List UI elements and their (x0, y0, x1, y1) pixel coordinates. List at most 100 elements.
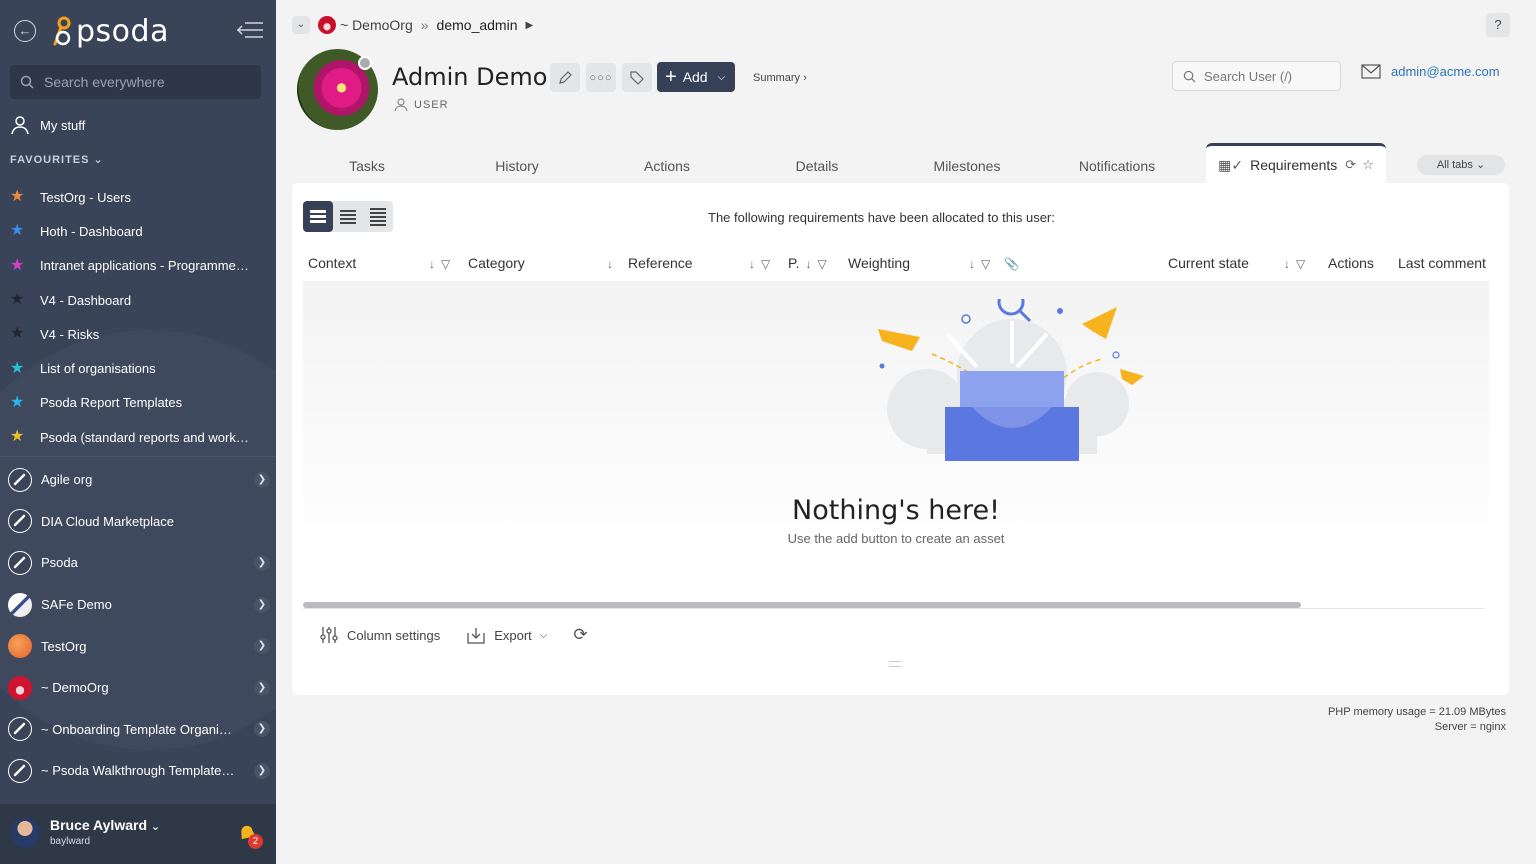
edit-button[interactable] (550, 63, 580, 92)
view-comfortable-button[interactable] (303, 201, 333, 232)
global-search-input[interactable]: Search everywhere (10, 65, 261, 99)
sort-arrow-icon[interactable]: ↓ (1284, 257, 1290, 271)
caret-right-icon[interactable]: ▶ (525, 20, 533, 31)
email-link[interactable]: admin@acme.com (1361, 64, 1500, 79)
resize-handle[interactable] (889, 661, 901, 667)
user-icon (394, 98, 408, 112)
filter-icon[interactable]: ▽ (981, 257, 990, 271)
user-panel[interactable]: Bruce Aylward ⌄ baylward 2 (0, 804, 276, 864)
column-header-weighting[interactable]: Weighting (848, 245, 910, 281)
breadcrumb-org[interactable]: ~ DemoOrg (340, 17, 413, 33)
org-item-demoorg[interactable]: ~ DemoOrg ❯ (8, 667, 270, 709)
org-item-walkthrough-template[interactable]: ~ Psoda Walkthrough Template P… ❯ (8, 750, 270, 792)
flower-icon (8, 675, 32, 700)
sort-arrow-icon[interactable]: ↓ (607, 257, 613, 271)
star-outline-icon[interactable]: ☆ (1362, 145, 1374, 185)
avatar[interactable] (10, 818, 40, 848)
column-controls: ↓ ▽ (1278, 245, 1305, 281)
chevron-right-icon[interactable]: ❯ (254, 762, 270, 779)
favourite-item[interactable]: ★ Psoda Report Templates (10, 386, 266, 420)
column-settings-label: Column settings (347, 627, 441, 643)
filter-icon[interactable]: ▽ (441, 257, 450, 271)
tab-requirements[interactable]: ▦✓ Requirements ⟳ ☆ (1206, 143, 1386, 183)
summary-link[interactable]: Summary › (753, 72, 807, 84)
sort-arrow-icon[interactable]: ↓ (749, 257, 755, 271)
column-settings-button[interactable]: Column settings (319, 625, 440, 645)
org-item-dia-cloud[interactable]: DIA Cloud Marketplace (8, 501, 270, 543)
favourites-heading[interactable]: FAVOURITES ⌄ (10, 153, 104, 166)
filter-icon[interactable]: ▽ (817, 257, 826, 271)
chevron-right-icon[interactable]: ❯ (254, 471, 270, 488)
tag-button[interactable] (622, 63, 652, 92)
org-item-testorg[interactable]: TestOrg ❯ (8, 625, 270, 667)
sort-arrow-icon[interactable]: ↓ (429, 257, 435, 271)
view-dense-button[interactable] (363, 201, 393, 232)
collapse-menu-icon[interactable] (237, 21, 263, 39)
psoda-logo[interactable]: psoda (50, 13, 169, 49)
chevron-right-icon[interactable]: ❯ (254, 554, 270, 571)
user-name[interactable]: Bruce Aylward ⌄ (50, 817, 160, 833)
favourite-item[interactable]: ★ Hoth - Dashboard (10, 214, 266, 248)
tab-actions[interactable]: Actions (592, 143, 742, 183)
column-header-context[interactable]: Context (308, 245, 356, 281)
tab-history[interactable]: History (442, 143, 592, 183)
column-header-category[interactable]: Category (468, 245, 525, 281)
favourite-label: V4 - Dashboard (40, 292, 132, 308)
more-options-button[interactable]: ○○○ (586, 63, 616, 92)
star-icon: ★ (10, 359, 25, 377)
org-item-safe-demo[interactable]: SAFe Demo ❯ (8, 584, 270, 626)
column-label: Category (468, 255, 525, 271)
back-icon[interactable]: ← (14, 20, 36, 42)
org-item-agile-org[interactable]: Agile org ❯ (8, 459, 270, 501)
column-controls: ↓ ▽ (743, 245, 770, 281)
refresh-button[interactable]: ⟳ (573, 625, 587, 645)
tab-details[interactable]: Details (742, 143, 892, 183)
search-placeholder: Search everywhere (44, 74, 165, 90)
sort-arrow-icon[interactable]: ↓ (805, 257, 811, 271)
chevron-right-icon[interactable]: ❯ (254, 638, 270, 655)
notifications-button[interactable]: 2 (236, 822, 264, 850)
view-compact-button[interactable] (333, 201, 363, 232)
main-content: ⌄ ~ DemoOrg » demo_admin ▶ ? Admin Demo … (276, 0, 1536, 864)
tab-tasks[interactable]: Tasks (292, 143, 442, 183)
chevron-right-icon[interactable]: ❯ (254, 596, 270, 613)
add-button[interactable]: + Add ⌵ (657, 62, 735, 92)
filter-icon[interactable]: ▽ (761, 257, 770, 271)
favourite-item[interactable]: ★ V4 - Dashboard (10, 283, 266, 317)
table-footer: Column settings Export ⌵ ⟳ (319, 625, 614, 645)
column-header-current-state[interactable]: Current state (1168, 245, 1249, 281)
column-header-priority[interactable]: P. ↓ ▽ (788, 245, 827, 281)
user-search-input[interactable]: Search User (/) (1172, 61, 1341, 91)
favourite-item[interactable]: ★ V4 - Risks (10, 317, 266, 351)
psoda-logo-icon (53, 16, 71, 46)
sort-arrow-icon[interactable]: ↓ (969, 257, 975, 271)
favourite-item[interactable]: ★ Intranet applications - Programme… (10, 249, 266, 283)
breadcrumb: ⌄ ~ DemoOrg » demo_admin ▶ (292, 15, 533, 35)
export-button[interactable]: Export ⌵ (466, 626, 547, 644)
user-handle: baylward (50, 836, 91, 847)
column-header-last-comment[interactable]: Last comment (1398, 245, 1486, 281)
org-item-onboarding-template[interactable]: ~ Onboarding Template Organisa… ❯ (8, 709, 270, 751)
paperclip-icon[interactable]: 📎 (1004, 257, 1019, 271)
my-stuff-link[interactable]: My stuff (10, 114, 85, 136)
filter-icon[interactable]: ▽ (1296, 257, 1305, 271)
horizontal-scrollbar[interactable] (303, 602, 1301, 608)
tab-milestones[interactable]: Milestones (892, 143, 1042, 183)
favourite-item[interactable]: ★ TestOrg - Users (10, 180, 266, 214)
tab-notifications[interactable]: Notifications (1042, 143, 1192, 183)
page-subtitle: USER (394, 98, 449, 112)
column-header-reference[interactable]: Reference (628, 245, 693, 281)
favourite-item[interactable]: ★ Psoda (standard reports and work… (10, 420, 266, 454)
org-item-psoda[interactable]: Psoda ❯ (8, 542, 270, 584)
chevron-right-icon[interactable]: ❯ (254, 679, 270, 696)
chevron-right-icon[interactable]: ❯ (254, 721, 270, 738)
star-icon: ★ (10, 325, 25, 343)
help-button[interactable]: ? (1486, 13, 1510, 37)
all-tabs-dropdown[interactable]: All tabs ⌄ (1417, 155, 1505, 175)
breadcrumb-user[interactable]: demo_admin (437, 17, 518, 33)
column-header-actions[interactable]: Actions (1328, 245, 1374, 281)
chevron-down-icon[interactable]: ⌄ (292, 16, 310, 34)
favourite-item[interactable]: ★ List of organisations (10, 351, 266, 385)
refresh-icon[interactable]: ⟳ (1345, 145, 1356, 185)
search-icon (20, 75, 34, 89)
